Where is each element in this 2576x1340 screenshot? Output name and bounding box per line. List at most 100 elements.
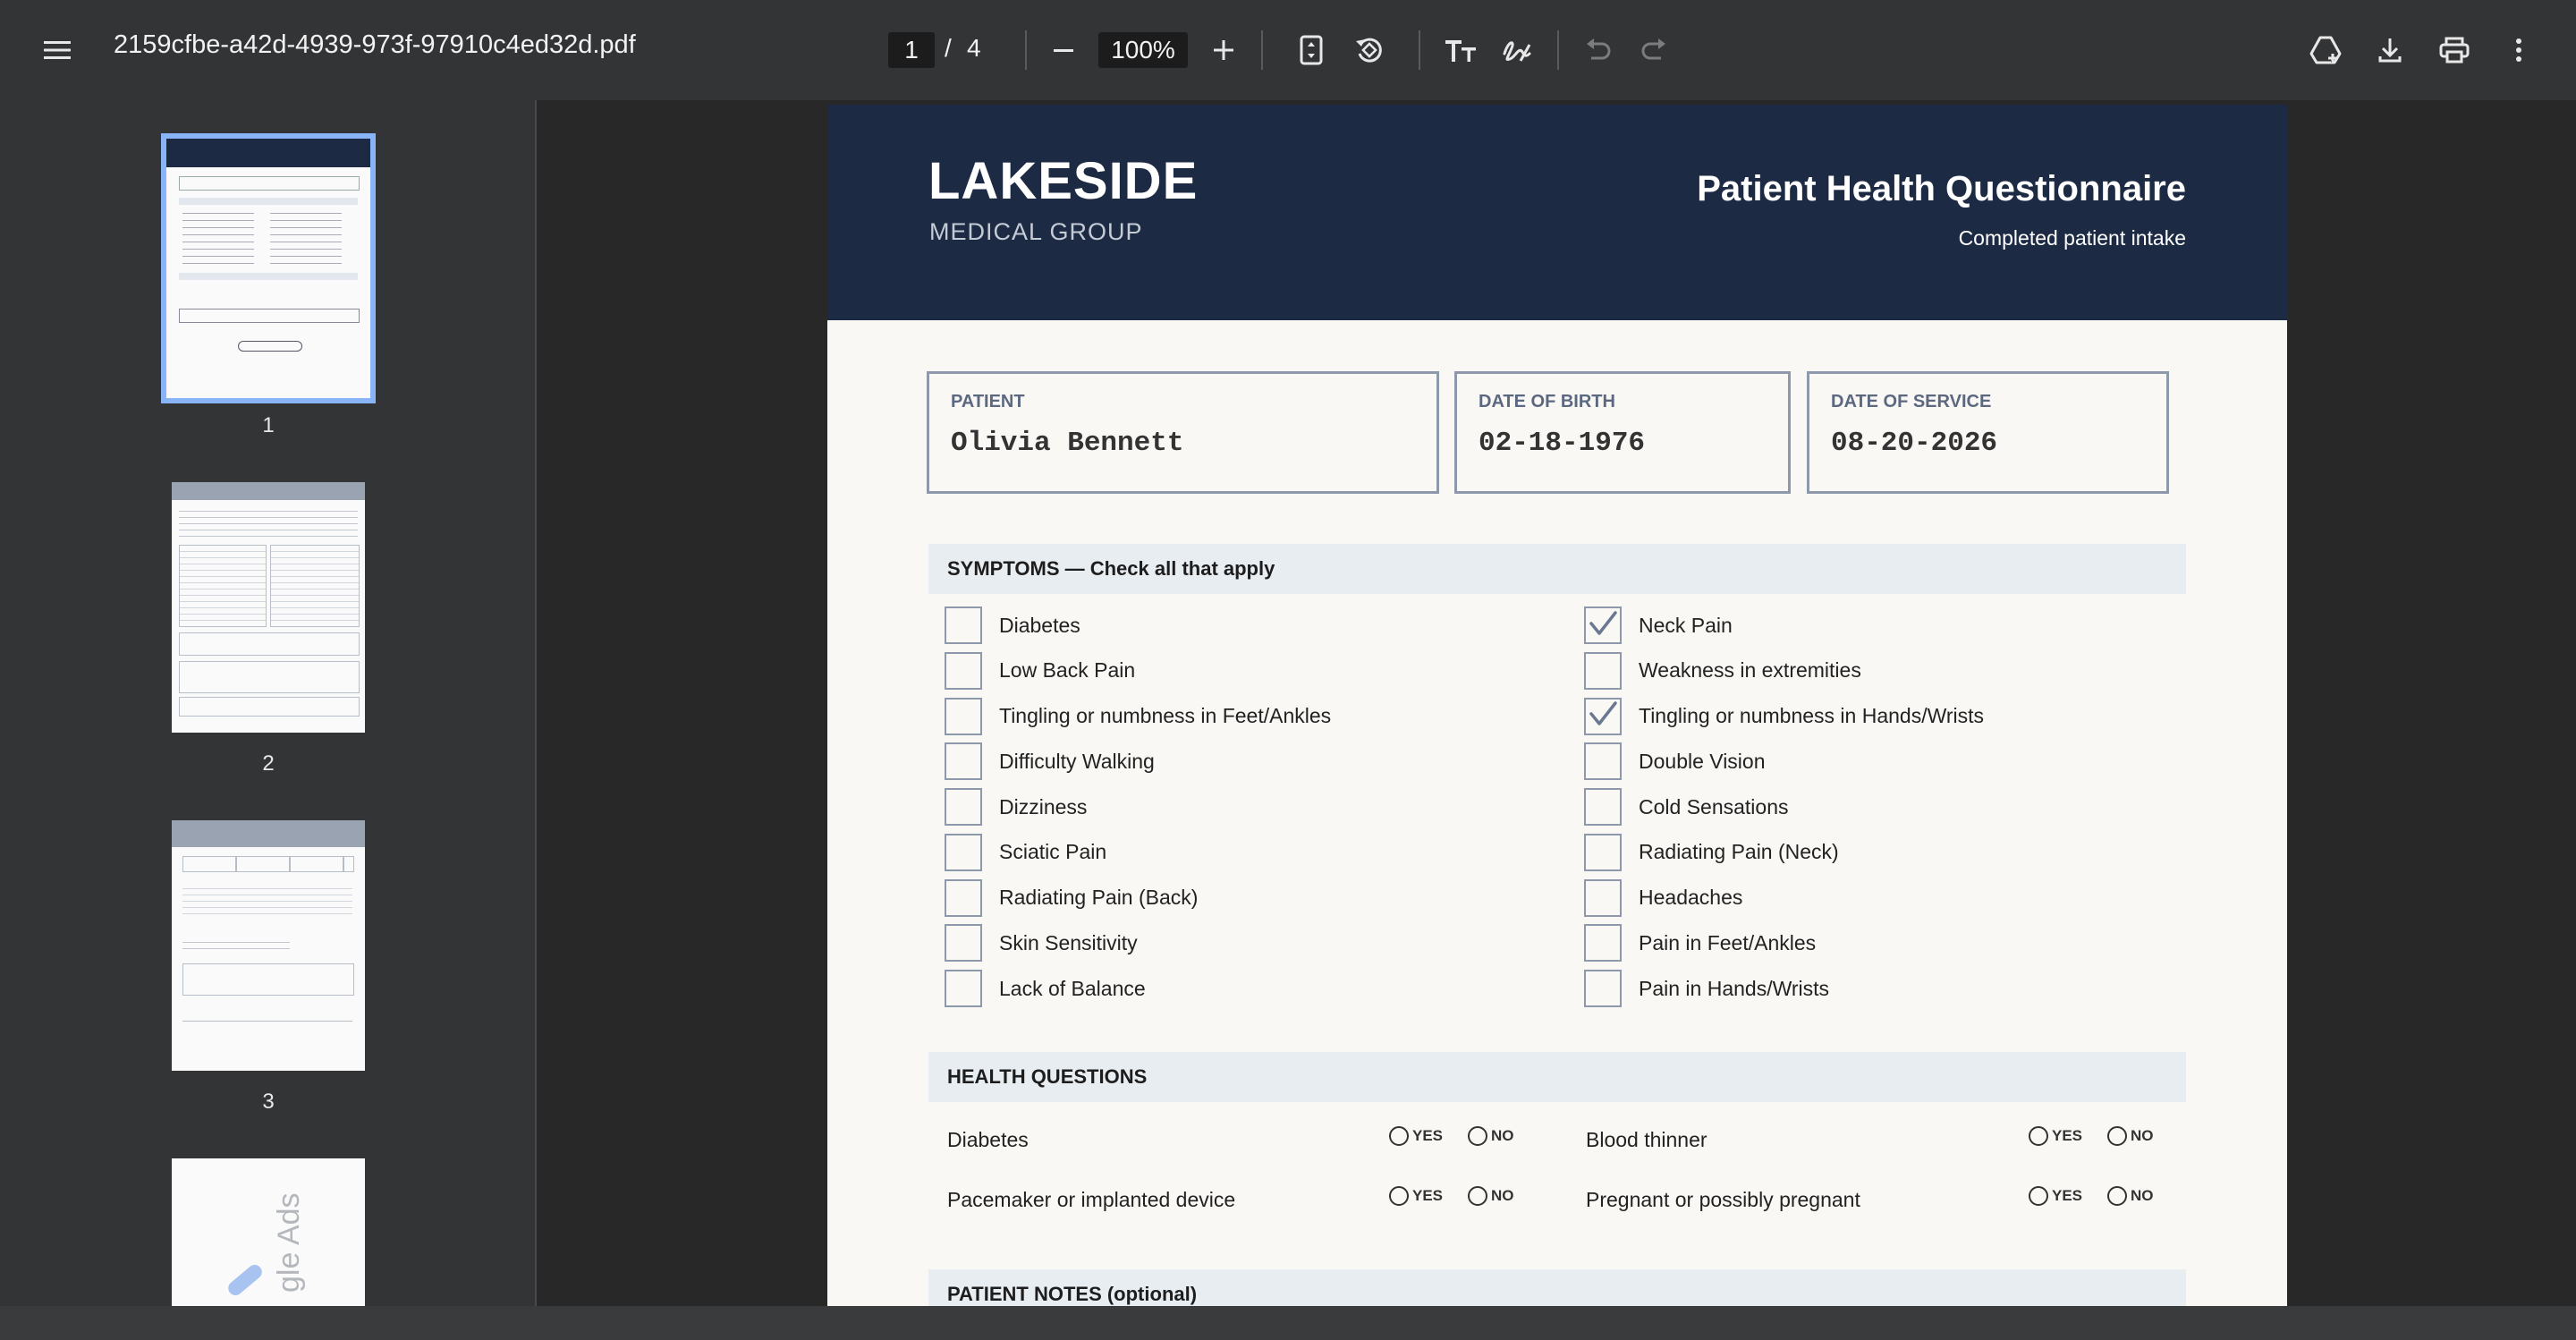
yes-radio[interactable]: YES <box>2029 1126 2082 1146</box>
radio-circle-icon <box>2107 1126 2127 1146</box>
symptom-checkbox-row[interactable]: Sciatic Pain <box>945 833 1106 872</box>
yes-label: YES <box>2052 1187 2083 1204</box>
symptom-checkbox-row[interactable]: Pain in Feet/Ankles <box>1584 923 1816 963</box>
undo-icon[interactable] <box>1569 21 1626 79</box>
thumbnail-ad-text: gle Ads <box>272 1192 306 1293</box>
symptom-checkbox-row[interactable]: Skin Sensitivity <box>945 923 1138 963</box>
thumbnail-page-2[interactable] <box>172 482 365 733</box>
no-label: NO <box>2131 1187 2154 1204</box>
pdf-page: LAKESIDE MEDICAL GROUP Patient Health Qu… <box>827 105 2287 1306</box>
symptom-checkbox[interactable] <box>945 788 982 826</box>
symptom-checkbox[interactable] <box>1584 651 1622 690</box>
symptom-label: Weakness in extremities <box>1639 658 1861 683</box>
dos-label: DATE OF SERVICE <box>1831 392 1992 411</box>
menu-icon[interactable] <box>29 21 86 79</box>
symptom-checkbox-row[interactable]: Neck Pain <box>1584 606 1733 645</box>
symptom-checkbox[interactable] <box>945 833 982 871</box>
symptom-checkbox-row[interactable]: Weakness in extremities <box>1584 651 1861 691</box>
symptom-checkbox[interactable] <box>1584 878 1622 917</box>
symptom-checkbox-row[interactable]: Diabetes <box>945 606 1080 645</box>
horizontal-scrollbar[interactable] <box>0 1306 2576 1340</box>
symptom-checkbox[interactable] <box>1584 742 1622 781</box>
symptom-checkbox[interactable] <box>945 651 982 690</box>
no-radio[interactable]: NO <box>2107 1186 2154 1206</box>
symptom-checkbox-row[interactable]: Difficulty Walking <box>945 742 1155 781</box>
symptom-checkbox[interactable] <box>945 697 982 735</box>
symptom-label: Diabetes <box>999 613 1080 637</box>
no-radio[interactable]: NO <box>1468 1126 1514 1146</box>
symptom-checkbox[interactable] <box>1584 924 1622 963</box>
pdf-toolbar: 2159cfbe-a42d-4939-973f-97910c4ed32d.pdf… <box>0 0 2576 100</box>
no-radio[interactable]: NO <box>1468 1186 1514 1206</box>
print-icon[interactable] <box>2426 21 2483 79</box>
fit-page-icon[interactable] <box>1283 21 1340 79</box>
symptom-checkbox[interactable] <box>1584 606 1622 644</box>
save-to-drive-icon[interactable] <box>2297 21 2354 79</box>
symptom-checkbox[interactable] <box>945 924 982 963</box>
organization-subtitle: MEDICAL GROUP <box>929 218 1143 245</box>
symptom-label: Lack of Balance <box>999 976 1146 1000</box>
symptoms-heading: SYMPTOMS — Check all that apply <box>928 544 2186 594</box>
symptom-checkbox-row[interactable]: Tingling or numbness in Feet/Ankles <box>945 697 1331 736</box>
symptom-checkbox[interactable] <box>1584 833 1622 871</box>
page-total: 4 <box>967 34 981 62</box>
symptom-checkbox[interactable] <box>945 606 982 644</box>
symptom-checkbox-row[interactable]: Low Back Pain <box>945 651 1135 691</box>
toolbar-divider <box>1557 30 1559 70</box>
checkmark-icon <box>1588 610 1618 641</box>
symptom-checkbox-row[interactable]: Headaches <box>1584 878 1742 918</box>
symptom-label: Radiating Pain (Neck) <box>1639 840 1839 864</box>
yes-radio[interactable]: YES <box>1389 1126 1443 1146</box>
symptom-label: Difficulty Walking <box>999 749 1155 773</box>
more-options-icon[interactable] <box>2490 21 2547 79</box>
page-number-input[interactable]: 1 <box>888 32 935 68</box>
symptom-checkbox[interactable] <box>945 878 982 917</box>
date-of-service-field[interactable]: DATE OF SERVICE 08-20-2026 <box>1807 371 2169 494</box>
no-label: NO <box>1491 1187 1514 1204</box>
draw-icon[interactable] <box>1488 21 1546 79</box>
download-icon[interactable] <box>2361 21 2419 79</box>
organization-name: LAKESIDE <box>928 152 1199 210</box>
zoom-input[interactable]: 100% <box>1098 32 1188 68</box>
symptom-checkbox[interactable] <box>1584 970 1622 1007</box>
thumbnail-sidebar: 1 2 3 gle Ads <box>0 100 537 1306</box>
yes-radio[interactable]: YES <box>1389 1186 1443 1206</box>
symptom-checkbox-row[interactable]: Tingling or numbness in Hands/Wrists <box>1584 697 1984 736</box>
zoom-in-icon[interactable] <box>1195 21 1252 79</box>
patient-field[interactable]: PATIENT Olivia Bennett <box>927 371 1439 494</box>
symptom-label: Neck Pain <box>1639 613 1733 637</box>
symptom-checkbox-row[interactable]: Double Vision <box>1584 742 1766 781</box>
radio-circle-icon <box>1468 1186 1487 1206</box>
thumbnail-page-3[interactable] <box>172 820 365 1071</box>
thumbnail-page-4[interactable]: gle Ads <box>172 1158 365 1306</box>
symptom-checkbox-row[interactable]: Cold Sensations <box>1584 787 1789 827</box>
symptom-checkbox-row[interactable]: Radiating Pain (Back) <box>945 878 1198 918</box>
health-question-label: Pacemaker or implanted device <box>947 1188 1236 1211</box>
symptom-checkbox[interactable] <box>1584 697 1622 735</box>
symptom-checkbox-row[interactable]: Dizziness <box>945 787 1087 827</box>
patient-value: Olivia Bennett <box>951 428 1184 459</box>
zoom-out-icon[interactable] <box>1035 21 1092 79</box>
symptom-label: Tingling or numbness in Hands/Wrists <box>1639 704 1985 727</box>
date-of-birth-field[interactable]: DATE OF BIRTH 02-18-1976 <box>1454 371 1791 494</box>
symptom-label: Headaches <box>1639 886 1743 909</box>
toolbar-divider <box>1261 30 1263 70</box>
no-radio[interactable]: NO <box>2107 1126 2154 1146</box>
symptom-label: Dizziness <box>999 794 1088 818</box>
symptom-checkbox-row[interactable]: Radiating Pain (Neck) <box>1584 833 1839 872</box>
rotate-icon[interactable] <box>1341 21 1398 79</box>
symptom-checkbox[interactable] <box>945 970 982 1007</box>
yes-label: YES <box>2052 1127 2083 1144</box>
dos-value: 08-20-2026 <box>1831 428 1998 459</box>
symptom-checkbox-row[interactable]: Lack of Balance <box>945 969 1146 1008</box>
symptom-checkbox-row[interactable]: Pain in Hands/Wrists <box>1584 969 1829 1008</box>
symptom-label: Cold Sensations <box>1639 794 1789 818</box>
text-annotation-icon[interactable] <box>1432 21 1489 79</box>
symptom-checkbox[interactable] <box>945 742 982 781</box>
yes-radio[interactable]: YES <box>2029 1186 2082 1206</box>
redo-icon[interactable] <box>1626 21 1683 79</box>
no-label: NO <box>1491 1127 1514 1144</box>
symptom-checkbox[interactable] <box>1584 788 1622 826</box>
thumbnail-page-1[interactable] <box>161 133 376 403</box>
symptom-label: Pain in Feet/Ankles <box>1639 930 1817 954</box>
